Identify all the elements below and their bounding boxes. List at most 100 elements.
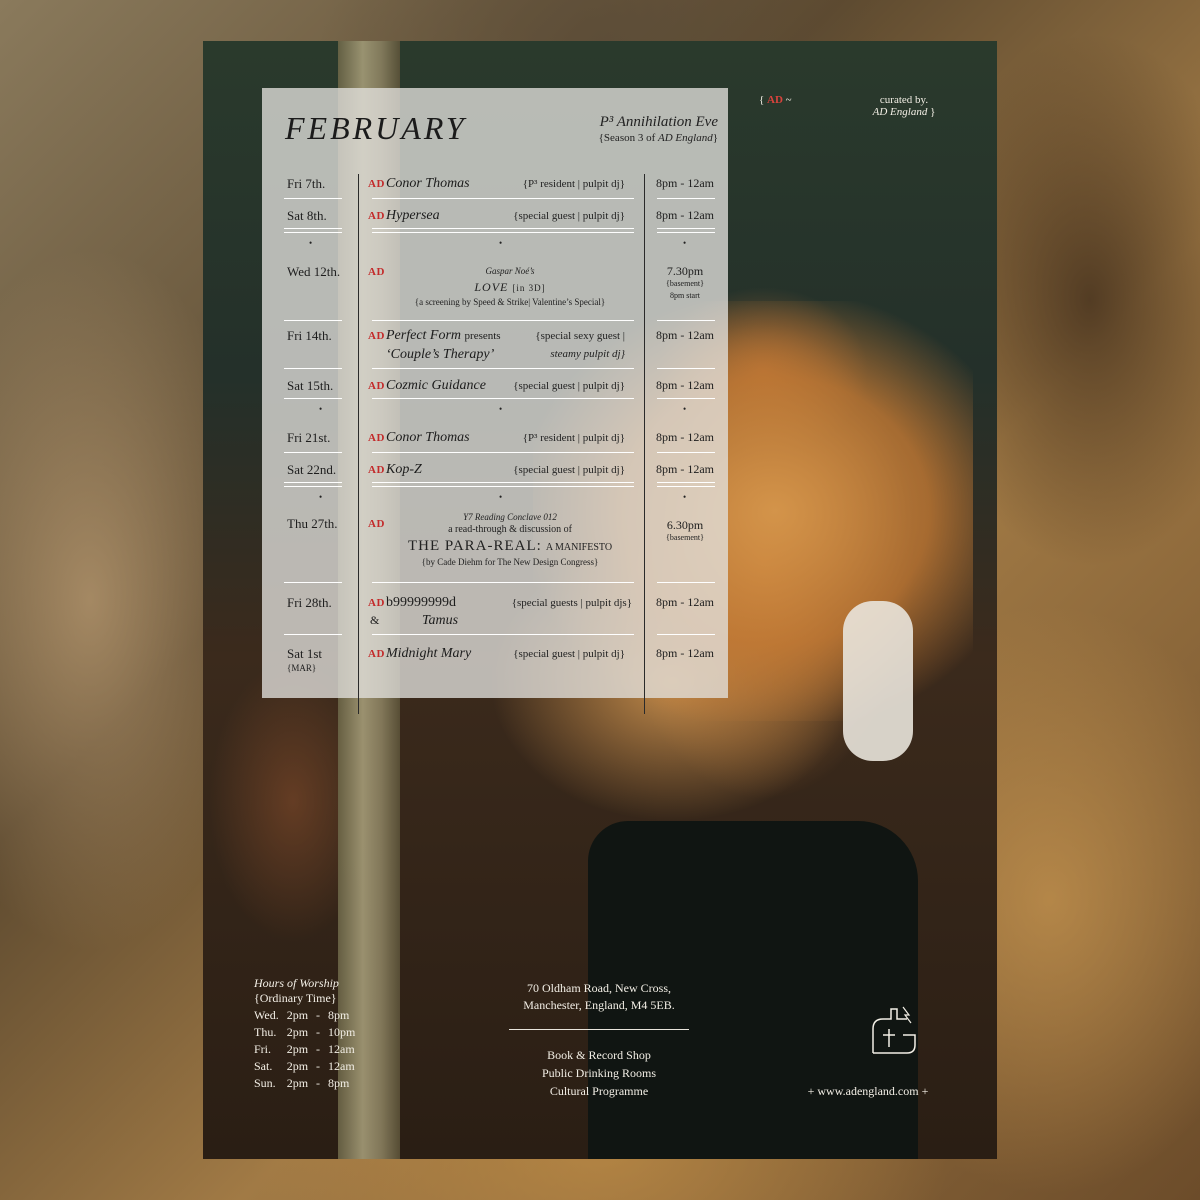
ad-logo-icon: AD [368, 380, 385, 392]
row-divider [372, 634, 634, 635]
event-time-note: {basement} [666, 533, 704, 542]
event-role: {P³ resident | pulpit dj} [522, 178, 625, 190]
poster: FEBRUARY P³ Annihilation Eve {Season 3 o… [203, 41, 997, 1159]
hours-row: Sat. 2pm -12am [254, 1059, 355, 1073]
row-divider [657, 198, 715, 199]
hours-title: Hours of Worship [254, 976, 339, 990]
event-act: Hypersea [386, 208, 440, 223]
row-divider [372, 452, 634, 453]
row-divider [372, 486, 634, 487]
schedule-panel: FEBRUARY P³ Annihilation Eve {Season 3 o… [262, 88, 728, 714]
event-time: 8pm - 12am [656, 208, 714, 222]
event-note: {a screening by Speed & Strike| Valentin… [414, 297, 606, 307]
event-act: Cozmic Guidance [386, 378, 486, 393]
row-divider [657, 634, 715, 635]
row-divider [284, 320, 342, 321]
event-time: 8pm - 12am [656, 176, 714, 190]
event-act: Kop-Z [386, 462, 422, 477]
event-time: 8pm - 12am [656, 430, 714, 444]
event-date: Thu 27th. [287, 516, 338, 531]
bullet-separator: • [319, 404, 323, 414]
row-divider [657, 320, 715, 321]
ad-logo-icon: AD [368, 464, 385, 476]
ad-logo-icon: AD [368, 266, 385, 278]
event-role: {P³ resident | pulpit dj} [522, 432, 625, 444]
row-divider [284, 582, 342, 583]
event-act: b99999999d [386, 595, 456, 610]
row-divider [284, 232, 342, 233]
row-divider [284, 368, 342, 369]
ad-england-emblem-icon [872, 1006, 916, 1054]
event-date: Fri 28th. [287, 595, 332, 610]
service-item: Cultural Programme [549, 1084, 649, 1098]
ad-logo-icon: AD [767, 94, 783, 106]
column-divider-left [358, 174, 359, 714]
event-title-suffix: [in 3D] [512, 283, 546, 293]
ad-logo-icon: AD [368, 518, 385, 530]
event-title: THE PARA-REAL: [407, 538, 542, 554]
event-date: Fri 21st. [287, 430, 331, 445]
opening-hours: Hours of Worship {Ordinary Time} Wed. 2pm… [254, 976, 363, 1093]
row-divider [372, 582, 634, 583]
ad-logo-icon: AD [368, 330, 385, 342]
event-date: Wed 12th. [287, 264, 341, 279]
row-divider [284, 228, 342, 229]
venue-services: Book & Record Shop Public Drinking Rooms… [509, 1046, 689, 1100]
event-presenter: Gaspar Noé’s [485, 266, 535, 276]
event-title: LOVE [474, 280, 509, 294]
ad-logo-icon: AD [368, 648, 385, 660]
hours-table: Wed. 2pm -8pm Thu. 2pm -10pm Fri. 2pm -12am Sa… [254, 1008, 363, 1093]
screening-details: Gaspar Noé’s LOVE [in 3D] {a screening b… [386, 266, 634, 307]
event-time-note: {basement} [666, 279, 704, 288]
hours-row: Wed. 2pm -8pm [254, 1008, 350, 1022]
event-act: Conor Thomas [386, 430, 470, 445]
bullet-separator: • [499, 492, 503, 502]
event-date: Fri 7th. [287, 176, 326, 191]
event-role: {special guest | pulpit dj} [513, 464, 625, 476]
bullet-separator: • [683, 238, 687, 248]
row-divider [657, 482, 715, 483]
event-act-subtitle: ‘Couple’s Therapy’ [386, 347, 495, 362]
event-date: Sat 1st [287, 646, 323, 661]
curator-block: curated by. AD England } [849, 94, 959, 118]
shirt-photo-detail [843, 601, 913, 761]
reading-details: Y7 Reading Conclave 012 a read-through &… [386, 512, 634, 567]
event-time-note: 8pm start [670, 291, 700, 300]
event-act: Perfect Form presents [386, 328, 501, 343]
row-divider [657, 232, 715, 233]
event-time: 8pm - 12am [656, 595, 714, 609]
row-divider [284, 482, 342, 483]
row-divider [372, 482, 634, 483]
website-link[interactable]: + www.adengland.com + [788, 1084, 948, 1099]
ad-logo-icon: AD [368, 432, 385, 444]
event-act: Tamus [422, 613, 459, 628]
hours-row: Fri. 2pm -12am [254, 1042, 355, 1056]
venue-address: 70 Oldham Road, New Cross, Manchester, E… [523, 981, 675, 1012]
event-date-block: Sat 1st {MAR} [287, 646, 322, 673]
event-act: Midnight Mary [386, 646, 472, 661]
bullet-separator: • [683, 492, 687, 502]
service-item: Public Drinking Rooms [541, 1066, 656, 1080]
event-time: 7.30pm [666, 264, 704, 278]
bullet-separator: • [309, 238, 313, 248]
event-date: Fri 14th. [287, 328, 332, 343]
series-title: P³ Annihilation Eve [599, 114, 718, 130]
row-divider [657, 228, 715, 229]
month-title: FEBRUARY [285, 110, 467, 146]
event-time: 8pm - 12am [656, 378, 714, 392]
ad-logo-icon: AD [368, 597, 385, 609]
row-divider [284, 634, 342, 635]
row-divider [657, 452, 715, 453]
service-item: Book & Record Shop [547, 1048, 651, 1062]
series-title-block: P³ Annihilation Eve {Season 3 of AD Engl… [599, 114, 718, 144]
row-divider [284, 486, 342, 487]
bullet-separator: • [499, 404, 503, 414]
event-time-block: 6.30pm {basement} [650, 518, 720, 542]
event-date: Sat 15th. [287, 378, 334, 393]
bullet-separator: • [319, 492, 323, 502]
event-time: 8pm - 12am [656, 646, 714, 660]
event-presenter: Y7 Reading Conclave 012 [463, 512, 557, 522]
hours-row: Sun. 2pm -8pm [254, 1076, 350, 1090]
row-divider [372, 232, 634, 233]
hours-subtitle: {Ordinary Time} [254, 991, 337, 1005]
